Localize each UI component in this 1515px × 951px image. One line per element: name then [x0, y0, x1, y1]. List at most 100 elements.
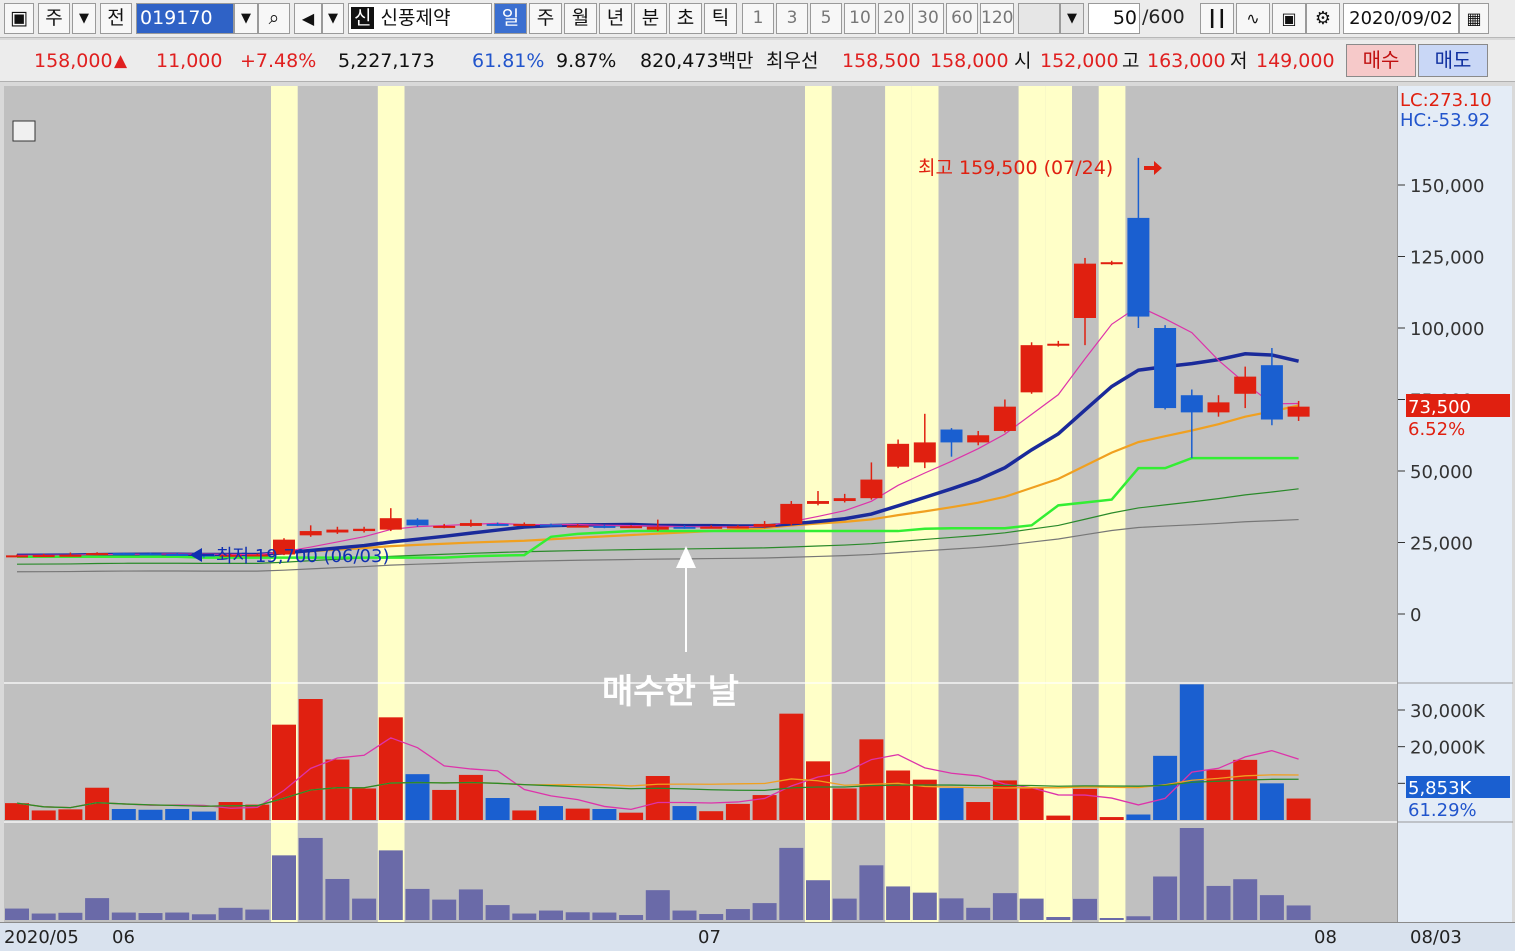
interval-1[interactable]: 1	[742, 3, 774, 34]
indicator-bar	[325, 878, 350, 920]
volume-bar	[272, 724, 296, 820]
volume-bar	[31, 810, 56, 820]
market-select[interactable]: 주	[38, 3, 70, 34]
indicator-bar	[592, 912, 617, 920]
best-quote-label: 최우선	[766, 50, 819, 72]
indicator-bar	[352, 898, 377, 920]
market-cap: 820,473백만	[640, 50, 754, 72]
code-dropdown-icon[interactable]: ▼	[234, 3, 258, 34]
candle-body	[139, 553, 162, 556]
prev-button[interactable]: 전	[100, 3, 132, 34]
interval-dropdown-icon[interactable]: ▼	[1060, 3, 1084, 34]
period-month[interactable]: 월	[564, 3, 597, 34]
candle-body	[833, 498, 856, 502]
right-axis: LC:273.10HC:-53.92 150,000 125,000 100,000 7…	[1397, 86, 1513, 926]
volume-bar	[1046, 815, 1071, 820]
indicator-bar	[966, 907, 991, 920]
sound-dropdown-icon[interactable]: ▼	[322, 3, 344, 34]
stock-name-field[interactable]: 신 신풍제약	[348, 3, 492, 34]
sound-icon[interactable]: ◀	[294, 3, 322, 34]
candlestick-chart[interactable]: 최고 159,500 (07/24) 최저 19,700 (06/03) 매수한 날	[4, 86, 1511, 926]
candle-body	[913, 442, 936, 463]
interval-3[interactable]: 3	[776, 3, 808, 34]
gear-icon[interactable]: ⚙	[1306, 3, 1340, 34]
interval-5[interactable]: 5	[810, 3, 842, 34]
interval-30[interactable]: 30	[912, 3, 944, 34]
period-year[interactable]: 년	[599, 3, 632, 34]
stock-name: 신풍제약	[380, 7, 451, 29]
line-style-icon[interactable]: ∿	[1236, 3, 1270, 34]
candle-body	[1287, 406, 1310, 417]
candle-body	[1207, 402, 1230, 413]
volume-bar	[832, 788, 857, 820]
high-label: 고	[1122, 50, 1140, 72]
search-icon[interactable]: ⌕	[258, 3, 290, 34]
interval-10[interactable]: 10	[844, 3, 876, 34]
candle-body	[620, 526, 643, 529]
date-label-current: 08/03	[1410, 927, 1462, 948]
top-toolbar: ▣ 주 ▼ 전 019170 ▼ ⌕ ◀ ▼ 신 신풍제약 일 주 월 년 분 …	[0, 0, 1515, 38]
volume-bar	[111, 809, 136, 820]
sell-button[interactable]: 매도	[1418, 44, 1488, 77]
indicator-bar	[1126, 916, 1151, 920]
candle-body	[112, 553, 135, 556]
indicator-bar	[886, 886, 911, 920]
buy-day-label: 매수한 날	[602, 672, 739, 712]
candle-body	[1074, 263, 1096, 318]
price-tick-label: 125,000	[1410, 248, 1484, 269]
window-menu-icon[interactable]: ▣	[4, 3, 34, 34]
market-dropdown-icon[interactable]: ▼	[72, 3, 96, 34]
period-minute[interactable]: 분	[634, 3, 667, 34]
date-label-jun: 06	[112, 927, 135, 948]
turnover-rate: 9.87%	[556, 50, 617, 72]
low-price: 149,000	[1256, 50, 1335, 72]
period-second[interactable]: 초	[669, 3, 702, 34]
low-arrow-icon	[190, 548, 202, 562]
candle-body	[32, 555, 55, 558]
period-week[interactable]: 주	[529, 3, 562, 34]
save-icon[interactable]: ▣	[1272, 3, 1306, 34]
stock-code-input[interactable]: 019170	[136, 3, 234, 34]
count-input[interactable]: 50	[1088, 3, 1140, 34]
interval-60[interactable]: 60	[946, 3, 978, 34]
candle-style-icon[interactable]: ┃┃	[1200, 3, 1234, 34]
volume-bar	[5, 803, 29, 820]
indicator-bar	[619, 915, 644, 920]
volume-bar	[485, 798, 510, 820]
volume-bar	[352, 788, 377, 820]
candle-body	[86, 553, 109, 556]
interval-20[interactable]: 20	[878, 3, 910, 34]
indicator-bar	[58, 912, 83, 920]
volume-bar	[1153, 755, 1178, 820]
volume-bar	[672, 806, 697, 820]
indicator-bar	[218, 907, 243, 920]
indicator-bar	[645, 890, 670, 920]
indicator-bar	[405, 888, 430, 920]
indicator-bar	[1179, 828, 1204, 920]
indicator-bar	[138, 913, 163, 920]
candle-body	[753, 523, 776, 527]
open-price: 152,000	[1040, 50, 1119, 72]
chart-area[interactable]: 최고 159,500 (07/24) 최저 19,700 (06/03) 매수한 날	[4, 86, 1511, 926]
volume-bar	[539, 806, 563, 820]
calendar-icon[interactable]: ▦	[1459, 3, 1489, 34]
custom-interval-input[interactable]	[1018, 3, 1060, 34]
volume-value: 5,227,173	[338, 50, 435, 72]
indicator-bar	[298, 837, 323, 920]
indicator-bar	[1019, 898, 1044, 920]
indicator-bar	[672, 910, 697, 920]
buy-button[interactable]: 매수	[1346, 44, 1416, 77]
candle-body	[1154, 328, 1177, 409]
period-tick[interactable]: 틱	[704, 3, 737, 34]
high-price: 163,000	[1147, 50, 1226, 72]
candle-body	[406, 519, 429, 526]
indicator-bar	[111, 912, 136, 920]
volume-bar	[458, 774, 483, 820]
low-annotation: 최저 19,700 (06/03)	[216, 546, 389, 567]
interval-120[interactable]: 120	[980, 3, 1014, 34]
period-day[interactable]: 일	[494, 3, 527, 34]
volume-bar	[966, 802, 991, 820]
volume-percent-label: 61.29%	[1408, 800, 1477, 821]
indicator-bar	[1073, 898, 1097, 920]
date-input[interactable]: 2020/09/02	[1343, 3, 1459, 34]
